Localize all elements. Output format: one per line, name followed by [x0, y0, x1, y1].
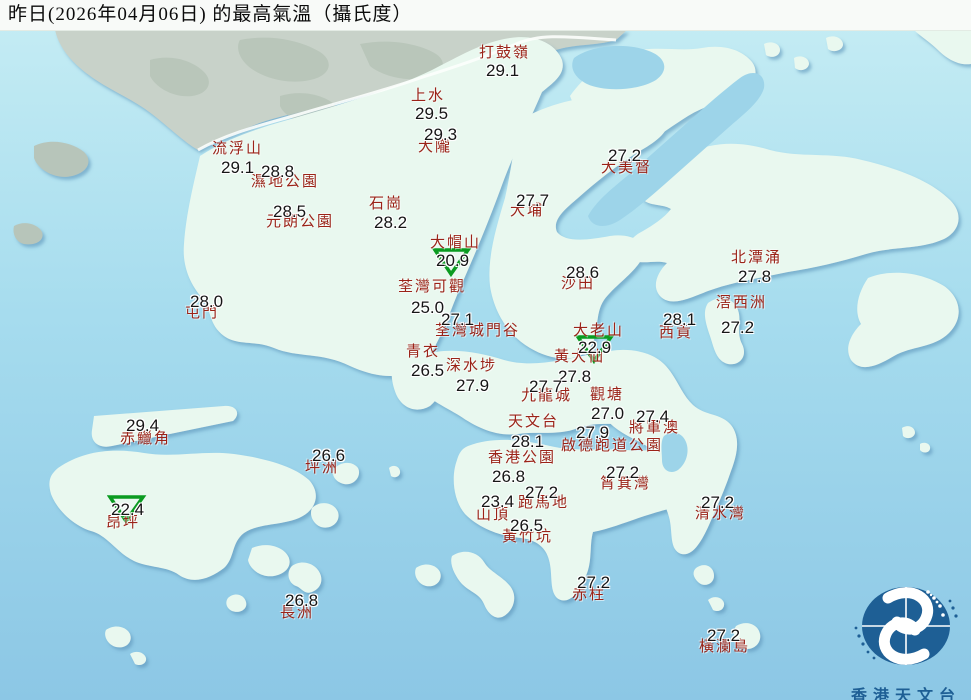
hko-logo-symbol	[841, 576, 971, 676]
station-value: 27.4	[636, 408, 669, 425]
station-name: 深水埗	[446, 359, 497, 374]
station-name: 石崗	[369, 197, 403, 212]
station-value: 27.8	[558, 368, 591, 385]
station-value: 26.5	[411, 362, 444, 379]
station-value: 27.2	[721, 319, 754, 336]
map-title: 昨日(2026年04月06日) 的最高氣溫（攝氏度）	[0, 0, 971, 29]
station-value: 25.0	[411, 299, 444, 316]
station-value: 28.5	[273, 203, 306, 220]
station-name: 觀塘	[590, 388, 624, 403]
station-name: 滘西洲	[716, 296, 767, 311]
station-value: 28.1	[663, 311, 696, 328]
station-value: 26.8	[492, 468, 525, 485]
station-value: 28.8	[261, 163, 294, 180]
station-value: 22.9	[578, 339, 611, 356]
station-name: 青衣	[406, 345, 440, 360]
station-value: 27.2	[525, 484, 558, 501]
hko-logo-chinese-name: 香港天文台	[841, 682, 971, 700]
station-name: 荃灣可觀	[398, 280, 466, 295]
station-name: 香港公園	[488, 451, 556, 466]
station-name: 天文台	[508, 415, 559, 430]
station-value: 22.4	[111, 501, 144, 518]
station-value: 27.9	[576, 424, 609, 441]
station-value: 27.2	[608, 147, 641, 164]
station-value: 20.9	[436, 252, 469, 269]
station-value: 26.8	[285, 592, 318, 609]
title-bar: 昨日(2026年04月06日) 的最高氣溫（攝氏度）	[0, 0, 971, 31]
station-value: 29.1	[486, 62, 519, 79]
station-name: 北潭涌	[731, 251, 782, 266]
station-value: 29.3	[424, 126, 457, 143]
station-value: 27.8	[738, 268, 771, 285]
station-name: 大帽山	[430, 236, 481, 251]
station-value: 27.7	[516, 192, 549, 209]
station-value: 29.1	[221, 159, 254, 176]
station-value: 27.2	[707, 627, 740, 644]
station-value: 27.7	[529, 378, 562, 395]
station-value: 26.6	[312, 447, 345, 464]
station-value: 29.5	[415, 105, 448, 122]
station-value: 28.0	[190, 293, 223, 310]
station-value: 27.9	[456, 377, 489, 394]
station-labels-layer: 29.1打鼓嶺29.5上水29.3大隴29.1流浮山28.8濕地公園28.5元朗…	[0, 0, 971, 700]
station-value: 27.2	[606, 464, 639, 481]
station-value: 27.2	[701, 494, 734, 511]
station-name: 上水	[411, 89, 445, 104]
station-value: 28.6	[566, 264, 599, 281]
station-value: 28.1	[511, 433, 544, 450]
station-value: 28.2	[374, 214, 407, 231]
weather-map-page: 昨日(2026年04月06日) 的最高氣溫（攝氏度） 29.1打鼓嶺29.5上水…	[0, 0, 971, 700]
station-value: 27.0	[591, 405, 624, 422]
station-value: 23.4	[481, 493, 514, 510]
station-value: 29.4	[126, 417, 159, 434]
station-value: 26.5	[510, 517, 543, 534]
station-name: 大老山	[573, 324, 624, 339]
station-name: 流浮山	[212, 142, 263, 157]
hko-logo: 香港天文台 HONG KONG OBSERVATORY	[841, 576, 971, 700]
station-value: 27.2	[577, 574, 610, 591]
station-value: 27.1	[441, 311, 474, 328]
station-name: 打鼓嶺	[479, 46, 530, 61]
